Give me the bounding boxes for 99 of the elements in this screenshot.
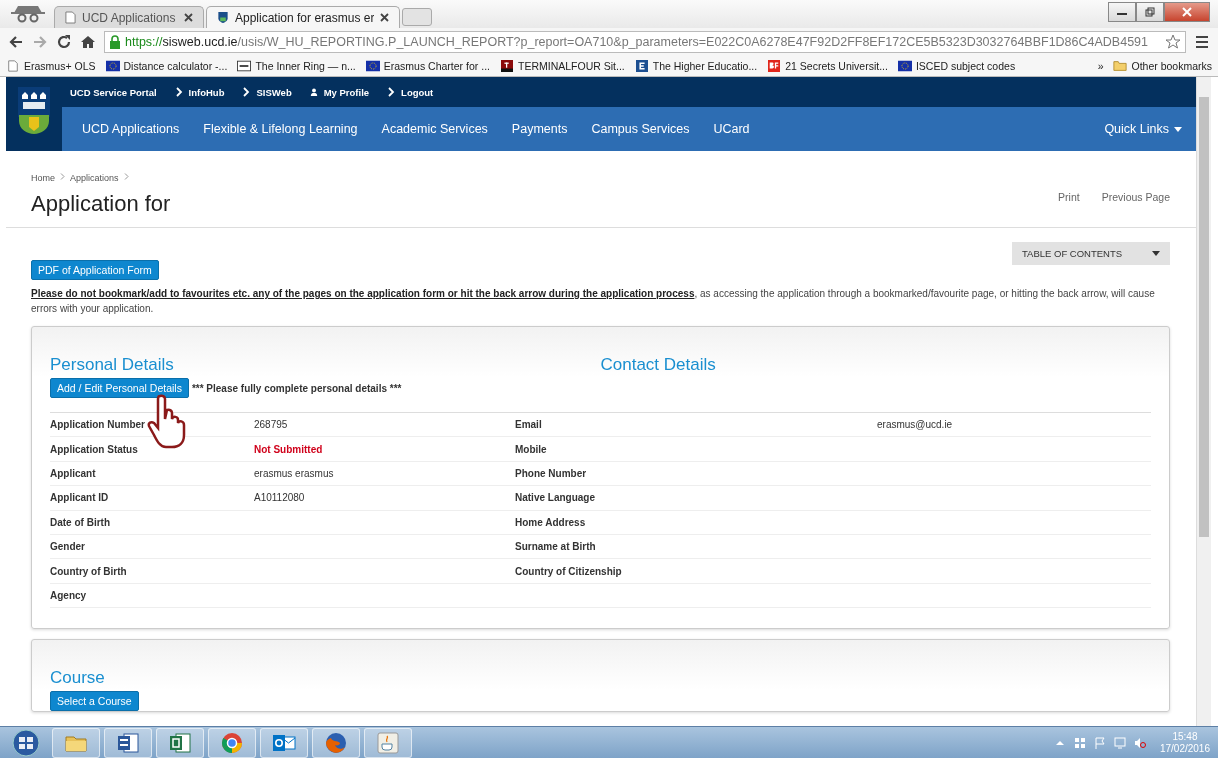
restore-button[interactable] — [1136, 2, 1164, 22]
browser-tab[interactable]: Application for erasmus er — [206, 6, 401, 28]
home-icon[interactable] — [80, 34, 96, 50]
firefox-icon[interactable] — [326, 732, 346, 753]
close-icon[interactable] — [380, 13, 390, 22]
padlock-icon — [109, 35, 121, 49]
field-label: Email — [515, 419, 542, 431]
page-title: Application for — [31, 191, 171, 217]
chevron-right-icon — [174, 87, 183, 97]
field-value: A10112080 — [254, 492, 305, 504]
field-label: Surname at Birth — [515, 541, 596, 553]
browser-tab[interactable]: UCD Applications — [54, 6, 204, 28]
field-value: erasmus@ucd.ie — [877, 419, 953, 431]
bookmark[interactable]: TERMINALFOUR Sit... — [499, 60, 625, 72]
bookmark[interactable]: The Higher Educatio... — [634, 60, 758, 72]
star-circle-flag-icon — [365, 60, 380, 72]
caret-icon — [1174, 126, 1182, 132]
field-label: Country of Citizenship — [515, 565, 622, 577]
e-logo-icon — [634, 60, 649, 72]
close-icon[interactable] — [184, 13, 193, 22]
address-bar[interactable]: https://sisweb.ucd.ie/usis/W_HU_REPORTING.P_LAUNCH_REPORT?p_report=OA710&p_parameters=E022C0A6278E47F92D2FF8EF172CE5B5323D3032764BBF1D86C4ADB4591 — [104, 31, 1186, 53]
t-logo-icon — [499, 60, 514, 72]
menu-icon[interactable] — [1194, 34, 1210, 50]
chevron-right-icon — [123, 173, 129, 180]
incognito-icon — [8, 3, 48, 25]
field-value: erasmus erasmus — [254, 467, 334, 479]
field-label: Applicant — [50, 467, 96, 479]
star-circle-flag-icon — [105, 60, 120, 72]
page-action-link[interactable]: Print — [1058, 191, 1080, 203]
table-of-contents-dropdown[interactable]: TABLE OF CONTENTS — [1012, 242, 1170, 265]
chevron-right-icon — [242, 87, 251, 97]
nav-menu-item[interactable]: UCD Applications — [70, 122, 192, 136]
bookmark[interactable]: Distance calculator -... — [105, 60, 228, 72]
star-circle-flag-icon — [897, 60, 912, 72]
portal-link[interactable]: SISWeb — [256, 86, 292, 98]
page-icon — [65, 11, 76, 24]
portal-link[interactable]: UCD Service Portal — [70, 86, 157, 98]
portal-link[interactable]: Logout — [401, 86, 434, 98]
nav-menu-item[interactable]: Academic Services — [369, 122, 500, 136]
chrome-icon[interactable] — [222, 732, 242, 753]
field-label: Application Status — [50, 443, 138, 455]
field-label: Phone Number — [515, 467, 587, 479]
bookmark[interactable]: ISCED subject codes — [897, 60, 1016, 72]
close-icon — [1182, 7, 1192, 17]
field-label: Native Language — [515, 492, 596, 504]
field-label: Mobile — [515, 443, 547, 455]
close-button[interactable] — [1164, 2, 1210, 22]
caret-icon — [1152, 251, 1160, 256]
nav-menu-item[interactable]: UCard — [701, 122, 762, 136]
muted-speaker-icon[interactable] — [1133, 736, 1146, 749]
reload-icon[interactable] — [56, 34, 72, 50]
folder-icon — [1113, 60, 1128, 72]
shield-icon — [217, 11, 229, 24]
university-crest-logo — [17, 87, 51, 135]
bookmark[interactable]: The Inner Ring — n... — [237, 60, 356, 72]
edit-details-button[interactable]: Add / Edit Personal Details — [50, 378, 189, 398]
java-cup-icon[interactable] — [377, 732, 399, 753]
instruction-note: *** Please fully complete personal details *** — [191, 382, 402, 394]
field-label: Applicant ID — [50, 492, 109, 504]
section-heading: Contact Details — [600, 355, 717, 375]
more-bookmarks-button[interactable]: » — [1097, 60, 1104, 72]
bookmark[interactable]: 21 Secrets Universit... — [767, 60, 888, 72]
section-heading: Course — [50, 668, 106, 689]
person-icon — [309, 87, 318, 97]
portal-link[interactable]: InfoHub — [188, 86, 225, 98]
field-value: 268795 — [254, 419, 288, 431]
section-heading: Personal Details — [50, 355, 175, 375]
back-icon[interactable] — [8, 34, 24, 50]
scrollbar[interactable] — [1196, 77, 1211, 726]
portal-link[interactable]: My Profile — [323, 86, 370, 98]
chevron-right-icon — [387, 87, 396, 97]
field-value: Not Submitted — [254, 443, 323, 455]
quick-links-menu[interactable]: Quick Links — [1104, 122, 1182, 136]
nav-menu-item[interactable]: Campus Services — [579, 122, 702, 136]
minimize-button[interactable] — [1108, 2, 1136, 22]
outlook-icon[interactable] — [273, 734, 296, 751]
chevron-right-icon — [60, 173, 65, 180]
bf-logo-icon — [767, 60, 782, 72]
field-label: Agency — [50, 589, 87, 601]
bookmark[interactable]: Erasmus+ OLS — [6, 60, 96, 72]
field-label: Date of Birth — [50, 516, 110, 528]
field-label: Application Number — [50, 419, 145, 431]
star-icon[interactable] — [1165, 34, 1181, 50]
pdf-button[interactable]: PDF of Application Form — [31, 260, 159, 280]
bookmark-folder[interactable]: Other bookmarks — [1113, 60, 1212, 72]
field-label: Country of Birth — [50, 565, 127, 577]
breadcrumb-link[interactable]: Applications — [70, 173, 119, 183]
field-label: Gender — [50, 541, 85, 553]
bookmark[interactable]: Erasmus Charter for ... — [365, 60, 490, 72]
select-course-button[interactable]: Select a Course — [50, 691, 139, 712]
page-icon — [6, 60, 20, 72]
page-action-link[interactable]: Previous Page — [1101, 191, 1170, 203]
restore-icon — [1145, 7, 1155, 17]
warning-text: Please do not bookmark/add to favourites etc. any of the pages on the application form or hit the back arrow during the application process, as accessing the application through a bookmarked/favourite page, or hitting the back arrow, will cause errors with your application. — [31, 287, 1156, 316]
nav-menu-item[interactable]: Flexible & Lifelong Learning — [191, 122, 370, 136]
site-icon — [237, 60, 252, 72]
breadcrumb-link[interactable]: Home — [31, 173, 55, 183]
field-label: Home Address — [515, 516, 586, 528]
nav-menu-item[interactable]: Payments — [499, 122, 580, 136]
